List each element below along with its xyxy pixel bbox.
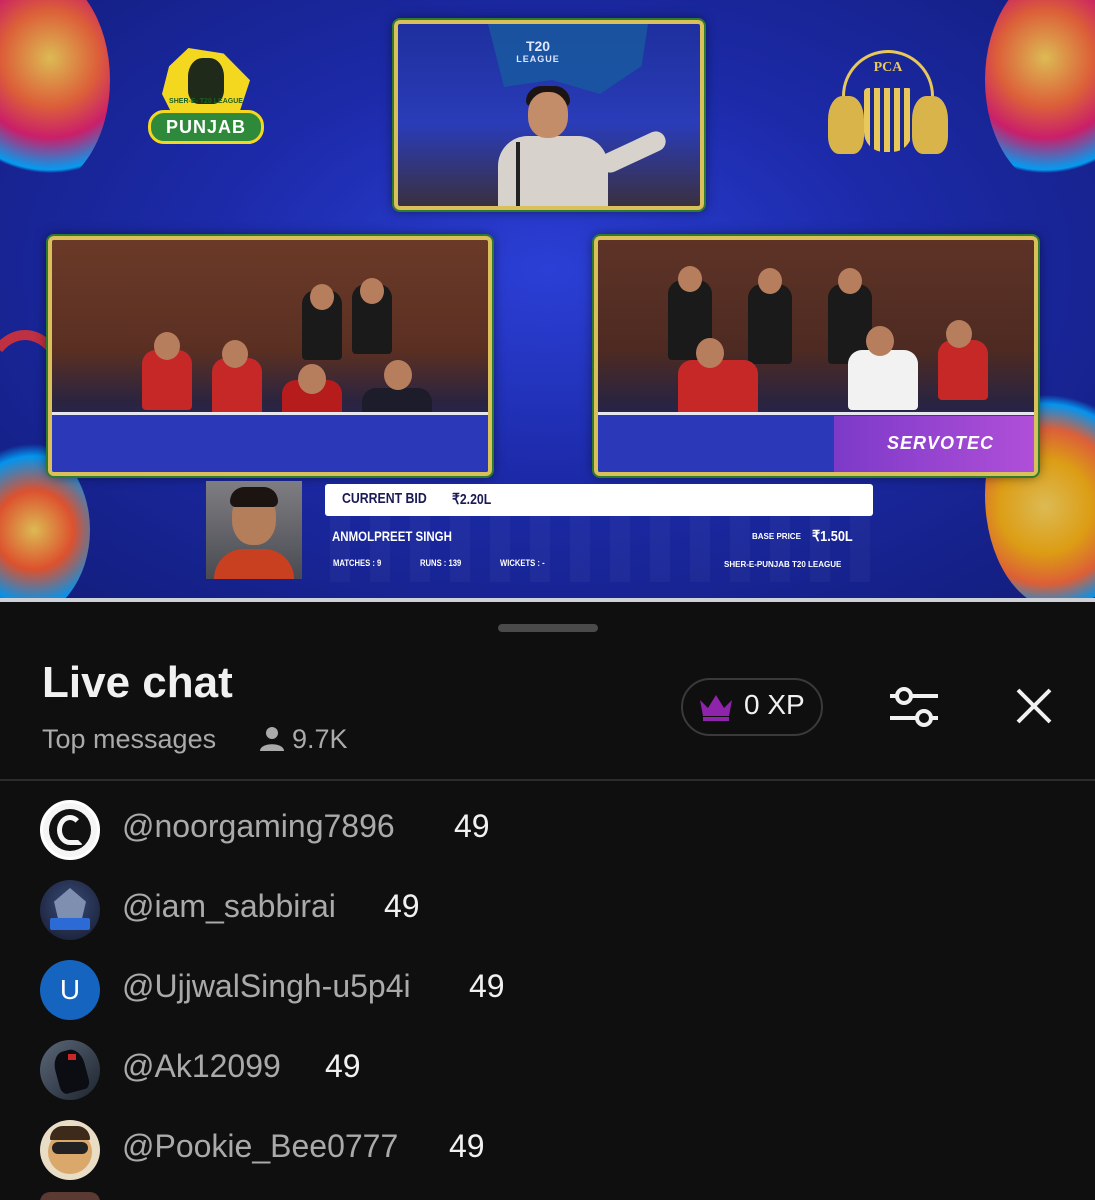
base-price-value: ₹1.50L	[812, 528, 853, 545]
author-handle[interactable]: @UjjwalSingh-u5p4i	[122, 968, 411, 1005]
league-logo: SHER-E- T20 LEAGUE PUNJAB	[148, 48, 264, 158]
message-text: 49	[469, 968, 505, 1004]
chat-mode-selector[interactable]: Top messages	[42, 724, 216, 755]
avatar[interactable]: U	[40, 960, 100, 1020]
crown-icon	[700, 695, 732, 721]
decorative-lion-art	[0, 0, 110, 190]
chat-message[interactable]: @Pookie_Bee0777 49	[0, 1114, 1095, 1184]
chat-message[interactable]: @iam_sabbirai 49	[0, 874, 1095, 944]
xp-value: 0 XP	[744, 689, 805, 720]
avatar[interactable]	[40, 1192, 100, 1200]
decorative-lion-art	[985, 0, 1095, 190]
message-text: 49	[325, 1048, 361, 1084]
avatar[interactable]	[40, 1040, 100, 1100]
avatar[interactable]	[40, 880, 100, 940]
stat-wickets: WICKETS : -	[500, 558, 545, 568]
author-handle[interactable]: @Pookie_Bee0777	[122, 1128, 398, 1165]
player-photo	[206, 481, 302, 579]
drag-handle[interactable]	[498, 624, 598, 632]
chat-title: Live chat	[42, 658, 233, 707]
divider	[0, 779, 1095, 781]
close-icon[interactable]	[1014, 686, 1054, 726]
stat-runs: RUNS : 139	[420, 558, 462, 568]
author-handle[interactable]: @noorgaming7896	[122, 808, 395, 845]
auctioneer-feed: T20 LEAGUE	[394, 20, 704, 210]
message-text: 49	[384, 888, 420, 924]
current-bid-label: CURRENT BID	[342, 490, 427, 507]
live-chat-panel: Live chat Top messages 9.7K 0 XP @noorga…	[0, 602, 1095, 1200]
pca-logo: PCA	[822, 50, 954, 158]
current-bid-value: ₹2.20L	[452, 491, 492, 508]
t20-banner: T20 LEAGUE	[516, 38, 560, 64]
message-text: 49	[449, 1128, 485, 1164]
league-name: SHER-E-PUNJAB T20 LEAGUE	[724, 560, 842, 569]
person-icon	[260, 727, 284, 751]
viewer-count: 9.7K	[292, 724, 348, 754]
author-handle[interactable]: @Ak12099	[122, 1048, 281, 1085]
avatar[interactable]	[40, 800, 100, 860]
author-handle[interactable]: @iam_sabbirai	[122, 888, 336, 925]
team-table-feed-right: SERVOTEC	[594, 236, 1038, 476]
message-text: 49	[454, 808, 490, 844]
video-player[interactable]: SHER-E- T20 LEAGUE PUNJAB PCA T20LEAGUE	[0, 0, 1095, 600]
chat-message[interactable]: @noorgaming7896 49	[0, 794, 1095, 864]
sponsor-logo: SERVOTEC	[886, 433, 994, 453]
avatar[interactable]	[40, 1120, 100, 1180]
stat-matches: MATCHES : 9	[333, 558, 382, 568]
base-price-label: BASE PRICE	[752, 532, 801, 541]
chat-message[interactable]: U @UjjwalSingh-u5p4i 49	[0, 954, 1095, 1024]
settings-sliders-icon[interactable]	[888, 684, 940, 730]
player-name: ANMOLPREET SINGH	[332, 528, 452, 544]
chat-message[interactable]: @Ak12099 49	[0, 1034, 1095, 1104]
team-table-feed-left	[48, 236, 492, 476]
